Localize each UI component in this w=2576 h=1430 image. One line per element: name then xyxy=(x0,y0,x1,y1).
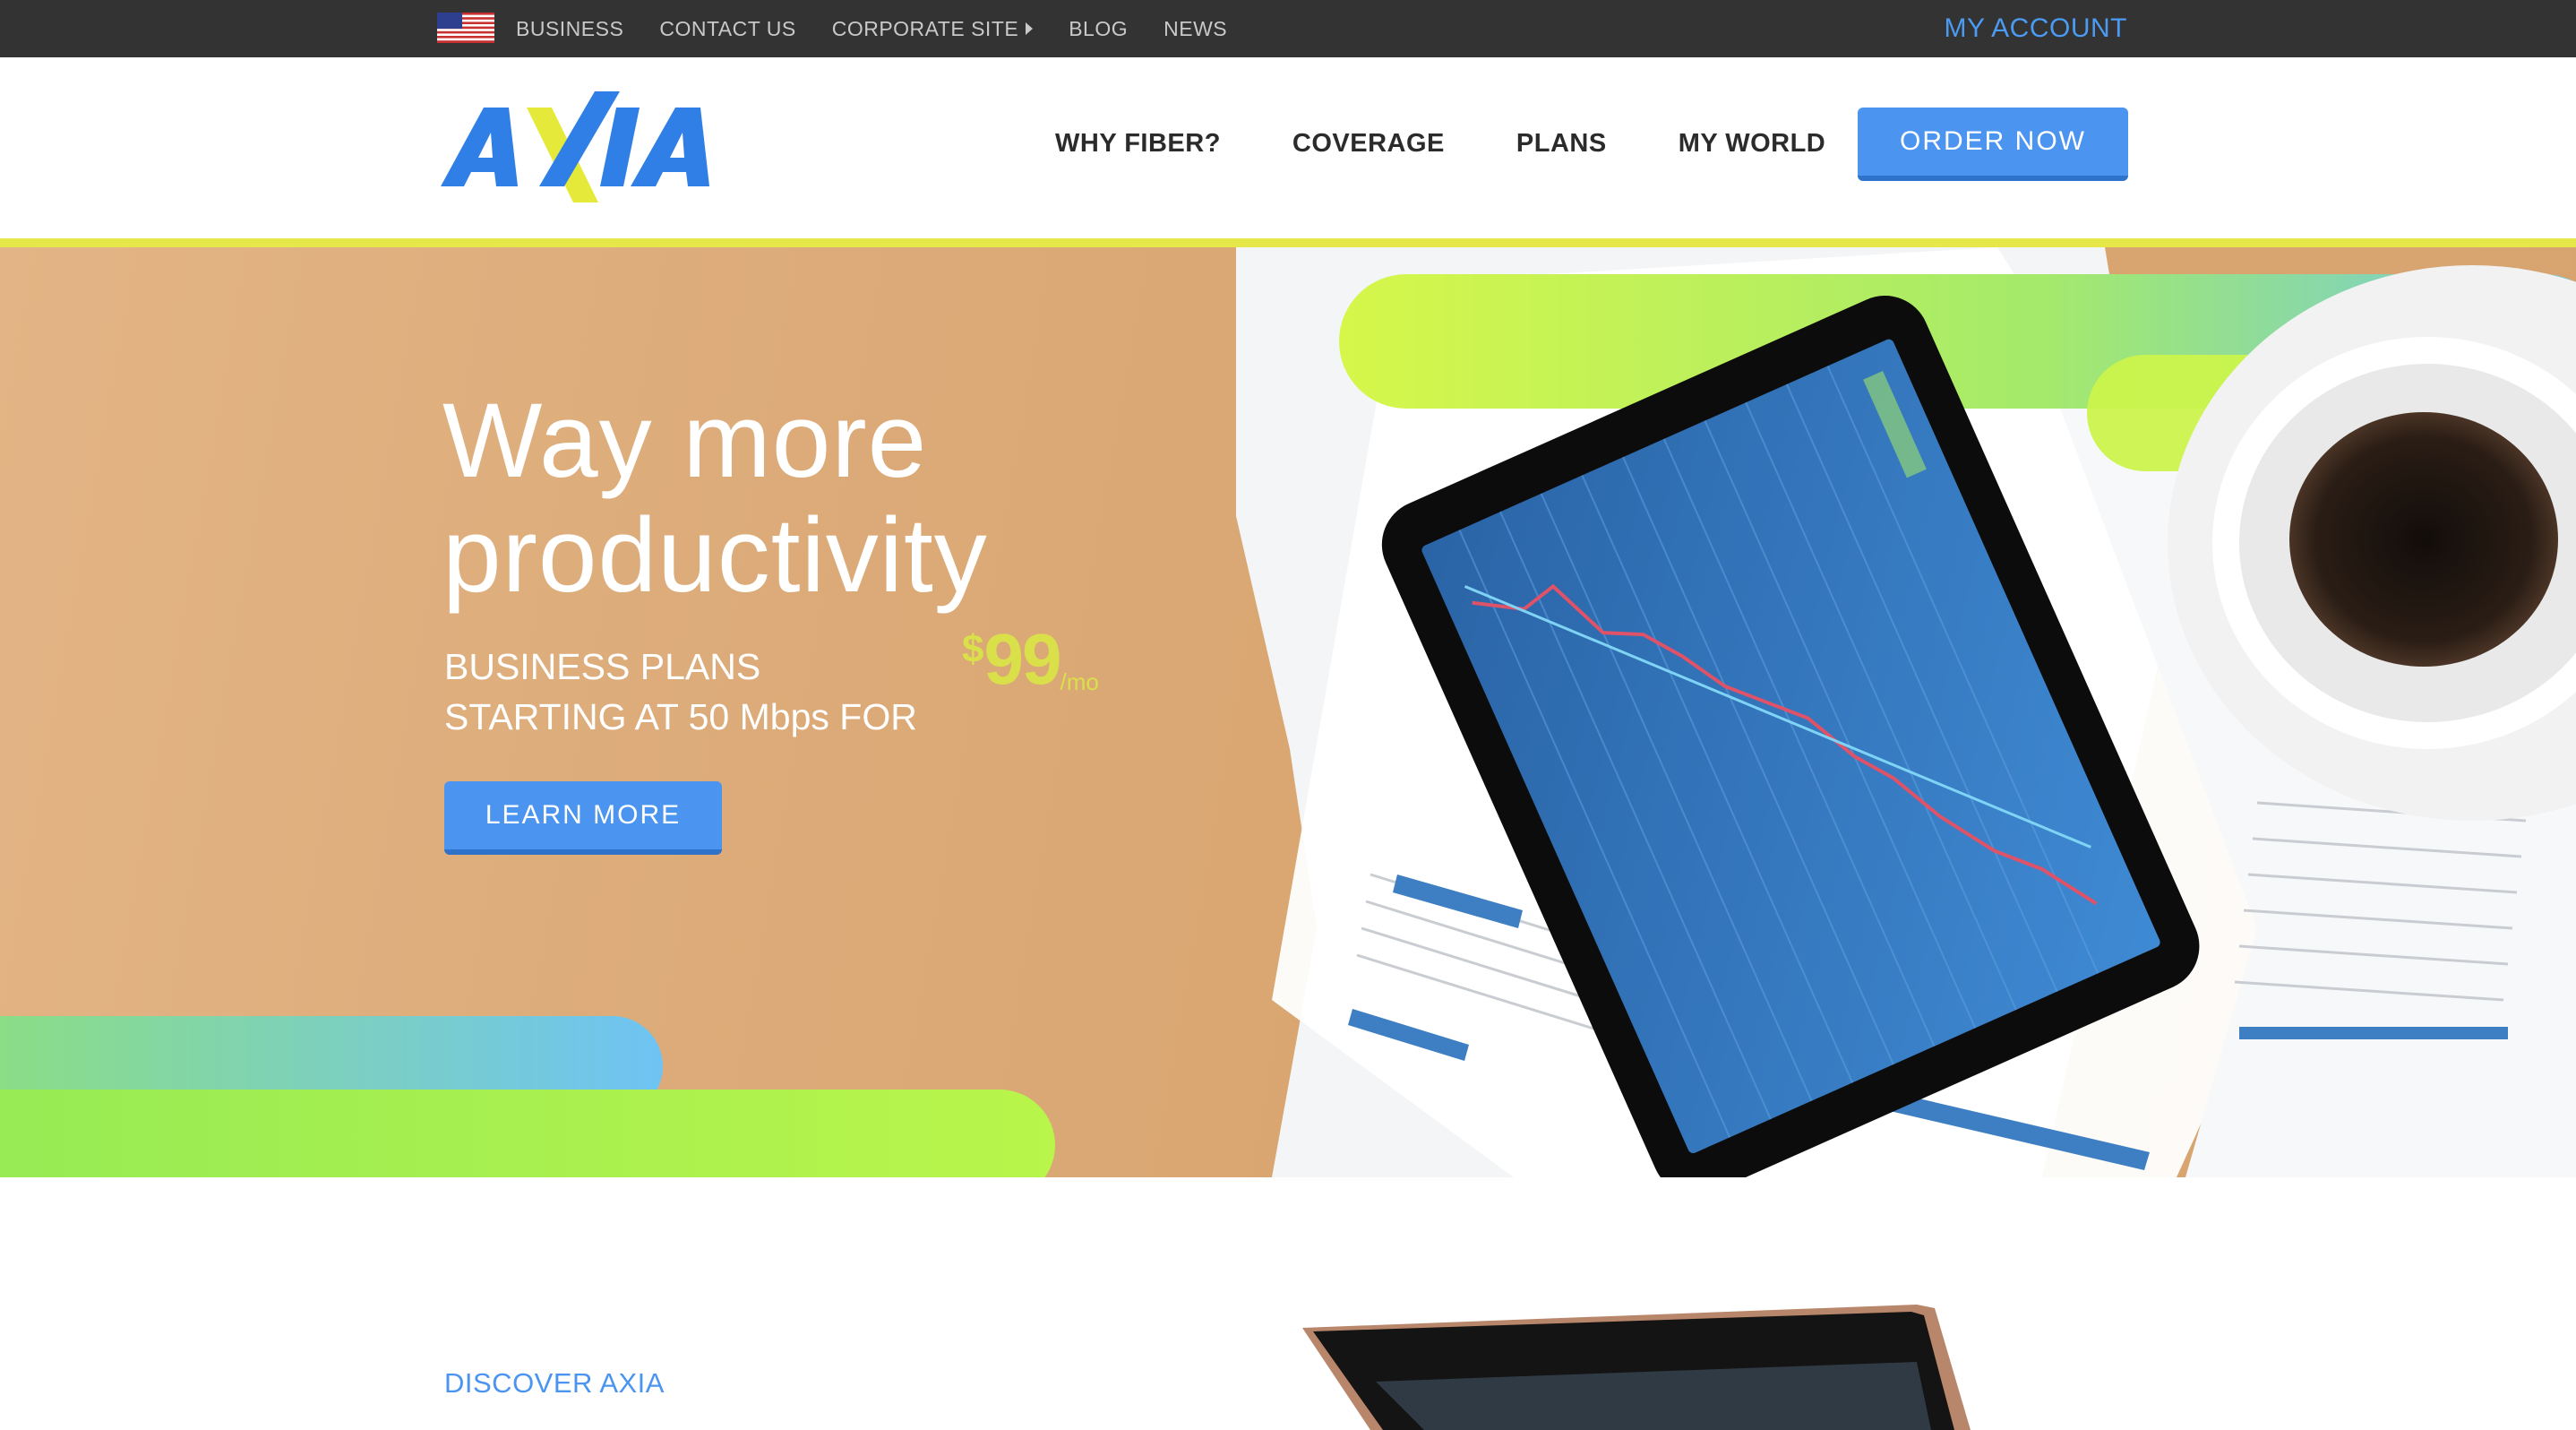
nav-my-world[interactable]: MY WORLD xyxy=(1679,129,1826,159)
order-now-button[interactable]: ORDER NOW xyxy=(1858,108,2128,181)
hero-subtitle: BUSINESS PLANS STARTING AT 50 Mbps FOR xyxy=(444,642,917,742)
hero-title-line-1: Way more xyxy=(442,382,928,500)
my-account-link[interactable]: MY ACCOUNT xyxy=(1945,0,2127,57)
corporate-site-link[interactable]: CORPORATE SITE xyxy=(832,17,1034,41)
laptop-image xyxy=(1302,1305,1971,1430)
contact-us-link[interactable]: CONTACT US xyxy=(659,17,795,41)
hero-background-image xyxy=(0,247,2576,1177)
price-tag: $ 99 /mo xyxy=(962,624,1099,696)
hero-subtitle-line-2: STARTING AT 50 Mbps FOR xyxy=(444,696,917,737)
utility-bar: BUSINESS CONTACT US CORPORATE SITE BLOG … xyxy=(0,0,2576,57)
blog-link[interactable]: BLOG xyxy=(1069,17,1128,41)
caret-right-icon xyxy=(1026,22,1034,35)
site-header: WHY FIBER? COVERAGE PLANS MY WORLD ORDER… xyxy=(0,57,2576,240)
news-link[interactable]: NEWS xyxy=(1163,17,1227,41)
nav-coverage[interactable]: COVERAGE xyxy=(1292,129,1445,159)
us-flag-icon[interactable] xyxy=(437,13,494,43)
hero-title: Way more productivity xyxy=(442,383,1249,613)
blog-link-label: BLOG xyxy=(1069,16,1129,40)
nav-plans[interactable]: PLANS xyxy=(1516,129,1607,159)
business-link-label: BUSINESS xyxy=(516,16,624,40)
price-amount: 99 xyxy=(983,619,1061,699)
utility-links: BUSINESS CONTACT US CORPORATE SITE BLOG … xyxy=(516,0,1227,57)
header-divider xyxy=(0,238,2576,247)
nav-why-fiber[interactable]: WHY FIBER? xyxy=(1055,129,1221,159)
hero-banner: Way more productivity BUSINESS PLANS STA… xyxy=(0,247,2576,1177)
news-link-label: NEWS xyxy=(1163,16,1228,40)
price-currency: $ xyxy=(962,627,984,671)
hero-title-line-2: productivity xyxy=(442,496,988,615)
axia-logo[interactable] xyxy=(441,90,736,206)
discover-axia-heading: DISCOVER AXIA xyxy=(444,1367,665,1399)
main-nav: WHY FIBER? COVERAGE PLANS MY WORLD xyxy=(1055,113,1825,174)
hero-subtitle-line-1: BUSINESS PLANS xyxy=(444,646,761,687)
contact-us-link-label: CONTACT US xyxy=(659,16,796,40)
learn-more-button[interactable]: LEARN MORE xyxy=(444,781,722,855)
price-period: /mo xyxy=(1060,668,1099,695)
business-link[interactable]: BUSINESS xyxy=(516,17,623,41)
corporate-site-link-label: CORPORATE SITE xyxy=(831,16,1019,40)
